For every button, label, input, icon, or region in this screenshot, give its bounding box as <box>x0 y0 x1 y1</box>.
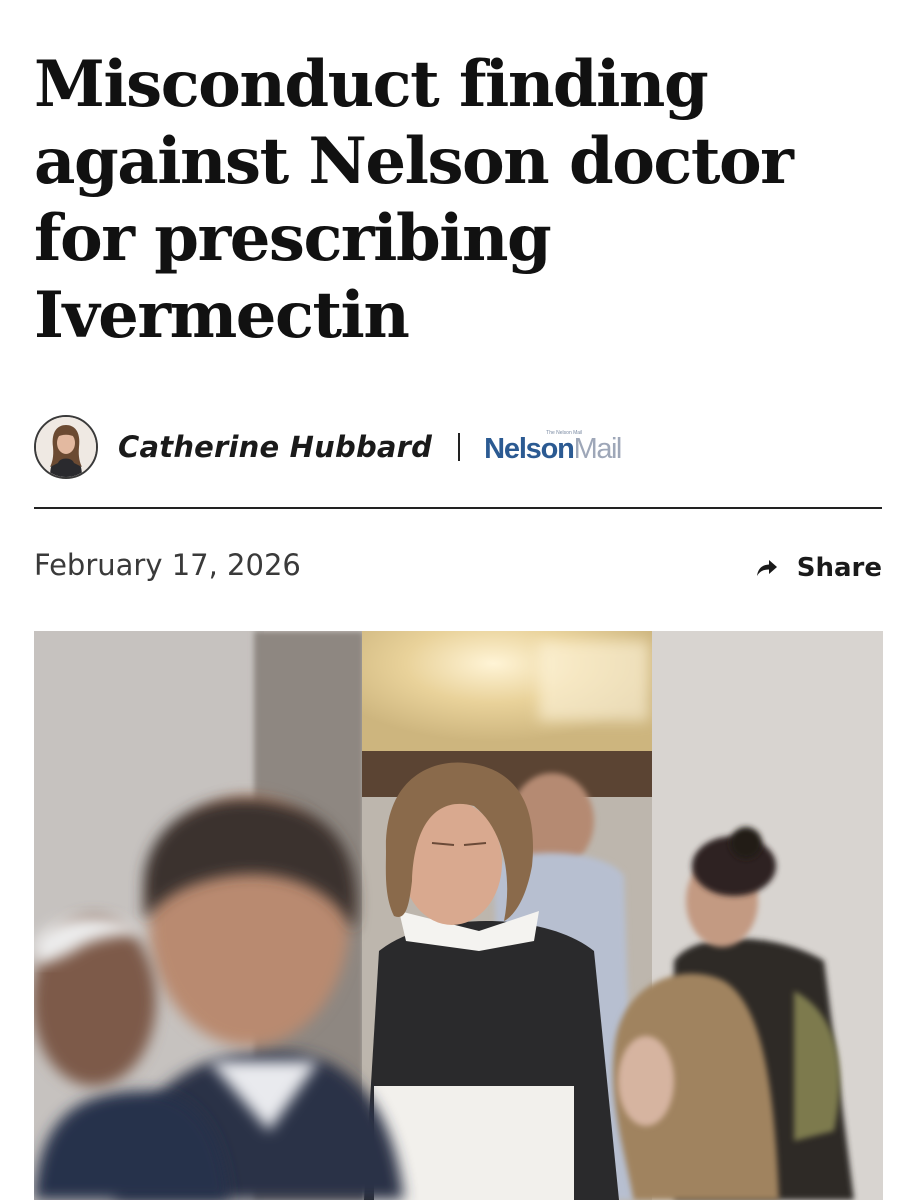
share-button[interactable]: Share <box>755 548 882 588</box>
headline-line: for prescribing <box>34 201 552 276</box>
author-name[interactable]: Catherine Hubbard <box>118 430 432 464</box>
publication-logo-tag: The Nelson Mail <box>546 430 583 436</box>
publish-date: February 17, 2026 <box>34 548 301 582</box>
publication-logo-primary: Nelson <box>484 433 575 465</box>
share-label: Share <box>796 553 882 583</box>
headline-line: against Nelson doctor <box>34 124 794 199</box>
share-arrow-icon <box>755 558 779 578</box>
publication-logo-secondary: Mail <box>573 433 623 465</box>
headline-line: Misconduct finding <box>34 47 709 122</box>
publication-logo[interactable]: The Nelson Mail Nelson Mail <box>484 430 623 465</box>
byline: Catherine Hubbard The Nelson Mail Nelson… <box>34 413 882 481</box>
article-headline: Misconduct finding against Nelson doctor… <box>34 46 894 354</box>
headline-line: Ivermectin <box>34 278 410 353</box>
header-divider <box>34 507 882 509</box>
author-avatar[interactable] <box>34 415 98 479</box>
hero-photo <box>34 631 883 1200</box>
byline-divider <box>458 433 461 461</box>
